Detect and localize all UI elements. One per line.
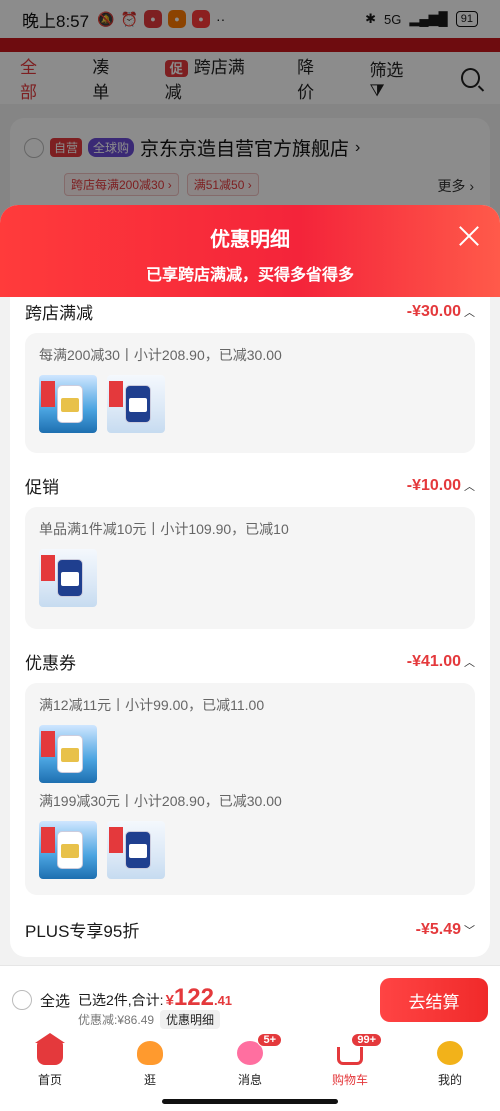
tab-messages[interactable]: 5+ 消息 <box>210 1033 290 1088</box>
checkout-button[interactable]: 去结算 <box>380 978 488 1022</box>
discount-total: 优惠减:¥86.49 <box>78 1013 155 1027</box>
rule-text: 满199减30元丨小计208.90，已减30.00 <box>39 793 282 809</box>
chevron-up-icon: ︿ <box>464 480 475 493</box>
section-title: 优惠券 <box>25 654 76 673</box>
select-all-label[interactable]: 全选 <box>40 990 70 1011</box>
sheet-body: 跨店满减 -¥30.00 ︿ 每满200减30丨小计208.90，已减30.00 … <box>10 297 490 957</box>
discount-group: 满12减11元丨小计99.00，已减11.00 满199减30元丨小计208.9… <box>25 683 475 895</box>
discount-group: 每满200减30丨小计208.90，已减30.00 <box>25 333 475 453</box>
stroll-icon <box>137 1041 163 1065</box>
cart-badge: 99+ <box>351 1033 382 1047</box>
discount-detail-button[interactable]: 优惠明细 <box>160 1010 221 1029</box>
rule-text: 满12减11元丨小计99.00，已减11.00 <box>39 697 265 713</box>
section-coupon[interactable]: 优惠券 -¥41.00 ︿ <box>25 649 475 674</box>
sheet-title: 优惠明细 <box>210 229 290 251</box>
sheet-subtitle: 已享跨店满减，买得多省得多 <box>145 267 354 284</box>
section-title: 跨店满减 <box>25 304 93 323</box>
product-thumbnail[interactable] <box>107 375 165 433</box>
product-thumbnail[interactable] <box>39 549 97 607</box>
tab-profile[interactable]: 我的 <box>410 1041 490 1088</box>
chevron-up-icon: ︿ <box>464 306 475 319</box>
tab-cart[interactable]: 99+ 购物车 <box>310 1033 390 1088</box>
section-title: 促销 <box>25 478 59 497</box>
section-title: PLUS专享95折 <box>25 922 140 941</box>
product-thumbnail[interactable] <box>39 725 97 783</box>
home-indicator[interactable] <box>162 1099 338 1104</box>
total-price: ¥122.41 <box>165 984 233 1011</box>
select-all-radio[interactable] <box>12 990 32 1010</box>
discount-group: 单品满1件减10元丨小计109.90，已减10 <box>25 507 475 629</box>
tab-stroll[interactable]: 逛 <box>110 1041 190 1088</box>
rule-text: 每满200减30丨小计208.90，已减30.00 <box>39 347 282 363</box>
chevron-up-icon: ︿ <box>464 656 475 669</box>
tab-home[interactable]: 首页 <box>10 1033 90 1088</box>
summary-label: 已选2件,合计: <box>78 992 164 1008</box>
section-amount: -¥10.00 <box>406 476 461 494</box>
discount-detail-sheet: 优惠明细 已享跨店满减，买得多省得多 跨店满减 -¥30.00 ︿ 每满200减3… <box>0 205 500 965</box>
chevron-down-icon: ﹀ <box>464 924 475 937</box>
product-thumbnail[interactable] <box>107 821 165 879</box>
profile-icon <box>437 1041 463 1065</box>
section-promotion[interactable]: 促销 -¥10.00 ︿ <box>25 473 475 498</box>
section-cross-store[interactable]: 跨店满减 -¥30.00 ︿ <box>25 299 475 324</box>
message-badge: 5+ <box>257 1033 282 1047</box>
checkout-bar: 全选 已选2件,合计: ¥122.41 优惠减:¥86.49 优惠明细 去结算 <box>0 965 500 1031</box>
sheet-header: 优惠明细 已享跨店满减，买得多省得多 <box>0 205 500 297</box>
product-thumbnail[interactable] <box>39 375 97 433</box>
home-icon <box>35 1033 65 1065</box>
product-thumbnail[interactable] <box>39 821 97 879</box>
section-amount: -¥5.49 <box>415 920 461 938</box>
order-summary: 已选2件,合计: ¥122.41 <box>78 984 232 1012</box>
rule-text: 单品满1件减10元丨小计109.90，已减10 <box>39 521 289 537</box>
close-icon[interactable] <box>458 225 480 247</box>
section-amount: -¥41.00 <box>406 652 461 670</box>
section-amount: -¥30.00 <box>406 302 461 320</box>
section-plus[interactable]: PLUS专享95折 -¥5.49 ﹀ <box>25 917 475 942</box>
cart-icon <box>337 1047 363 1065</box>
